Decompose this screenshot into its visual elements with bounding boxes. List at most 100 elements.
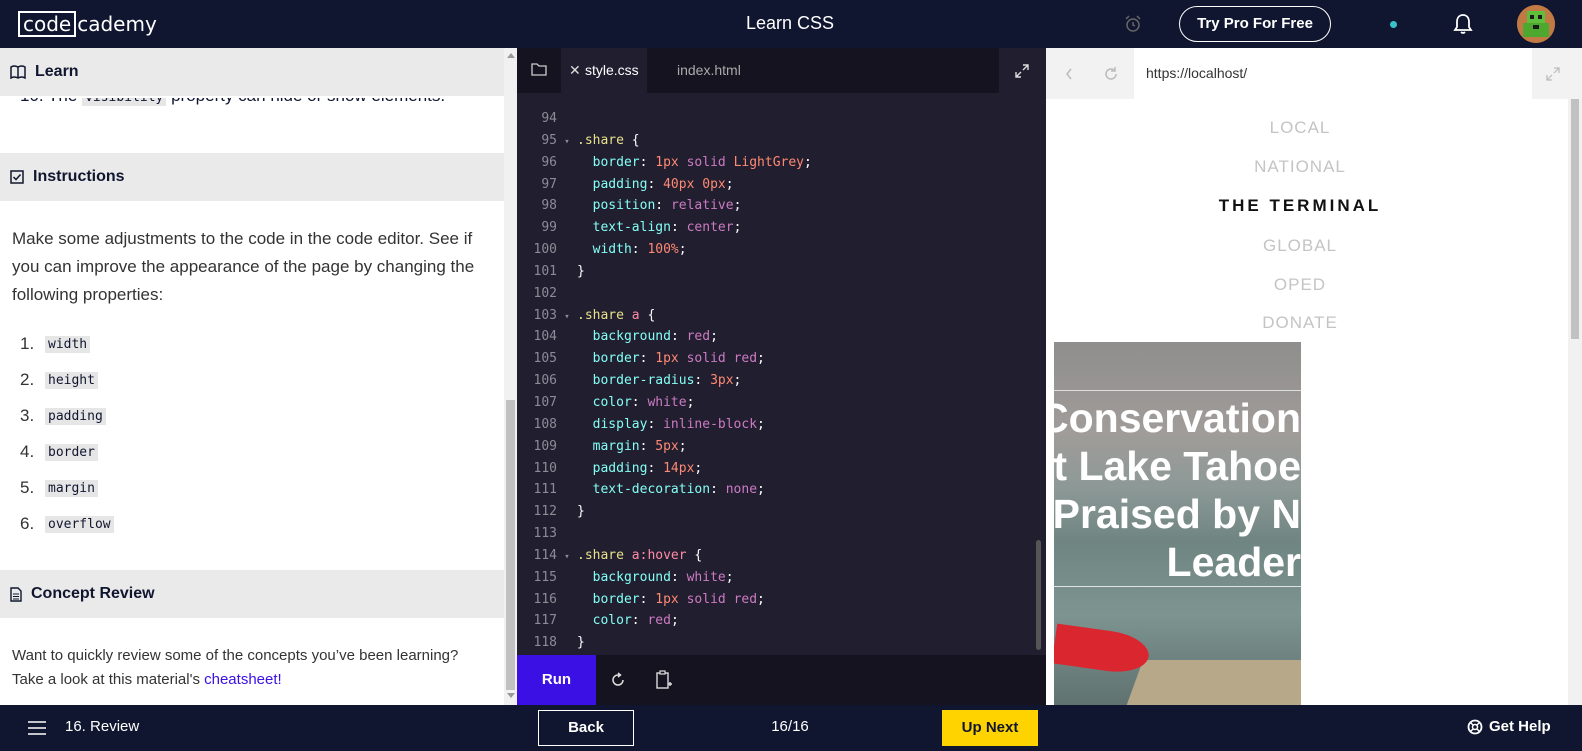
close-icon[interactable]: ✕ xyxy=(569,48,581,93)
code-token: background xyxy=(592,329,671,345)
line-number: 117 xyxy=(533,613,557,629)
copy-icon[interactable] xyxy=(655,670,673,690)
line-number: 101 xyxy=(533,263,557,279)
back-button[interactable]: Back xyxy=(538,710,634,746)
try-pro-button[interactable]: Try Pro For Free xyxy=(1179,6,1331,42)
code-token: } xyxy=(577,504,585,520)
property-code: height xyxy=(45,371,98,389)
code-line: 95 ▾ .share { xyxy=(517,130,1032,152)
editor-scrollbar[interactable] xyxy=(1036,540,1041,650)
bottom-bar: 16. Review Back 16/16 Up Next Get Help xyxy=(0,705,1582,751)
avatar[interactable] xyxy=(1517,5,1555,43)
up-next-button[interactable]: Up Next xyxy=(942,710,1038,746)
code-line: 115 background: white; xyxy=(517,567,1032,589)
folder-icon[interactable] xyxy=(531,62,547,76)
line-number: 102 xyxy=(533,285,557,301)
hero-line: Praised by N xyxy=(1054,491,1301,537)
dock-shape xyxy=(1124,660,1301,705)
learn-header[interactable]: Learn xyxy=(0,48,504,96)
fold-arrow[interactable]: ▾ xyxy=(557,132,577,154)
hero-image: Conservation at Lake Tahoe Praised by N … xyxy=(1054,342,1301,705)
nav-link-the-terminal[interactable]: THE TERMINAL xyxy=(1046,196,1554,216)
nav-link-global[interactable]: GLOBAL xyxy=(1046,236,1554,256)
document-icon xyxy=(10,586,22,602)
code-content[interactable]: 94 95 ▾ .share {96 border: 1px solid LightG… xyxy=(517,108,1032,654)
scrollbar-thumb[interactable] xyxy=(506,400,515,690)
nav-link-national[interactable]: NATIONAL xyxy=(1046,157,1554,177)
preview-scrollbar[interactable] xyxy=(1568,99,1582,705)
help-label: Get Help xyxy=(1489,718,1551,735)
property-code: padding xyxy=(45,407,106,425)
list-item: 1. width xyxy=(20,326,114,362)
code-line: 117 color: red; xyxy=(517,610,1032,632)
code-token: 1px xyxy=(655,591,679,607)
line-number: 112 xyxy=(533,504,557,520)
reload-icon[interactable] xyxy=(1103,66,1119,82)
code-token: solid xyxy=(686,591,726,607)
bell-icon[interactable] xyxy=(1453,13,1473,35)
line-number: 94 xyxy=(541,111,557,126)
nav-link-local[interactable]: LOCAL xyxy=(1046,118,1554,138)
code-token: ; xyxy=(757,482,765,498)
alarm-icon[interactable] xyxy=(1124,15,1142,33)
lesson-title[interactable]: 16. Review xyxy=(65,718,139,735)
codecademy-logo[interactable]: code cademy xyxy=(18,10,157,38)
concept-review-header[interactable]: Concept Review xyxy=(0,570,504,618)
nav-link-oped[interactable]: OPED xyxy=(1046,275,1554,295)
line-number: 95 xyxy=(541,132,557,148)
tab-index-html[interactable]: index.html xyxy=(677,48,741,93)
back-arrow-icon[interactable] xyxy=(1064,67,1074,81)
nav-link-donate[interactable]: DONATE xyxy=(1046,313,1554,333)
code-line: 98 position: relative; xyxy=(517,195,1032,217)
tab-style-css[interactable]: ✕ style.css xyxy=(561,48,647,93)
code-token: white xyxy=(686,569,726,585)
cheatsheet-link[interactable]: cheatsheet! xyxy=(204,671,282,688)
fold-arrow[interactable]: ▾ xyxy=(557,307,577,329)
expand-icon[interactable] xyxy=(1546,67,1560,81)
code-token: } xyxy=(577,635,585,651)
scrollbar-thumb[interactable] xyxy=(1571,99,1579,339)
get-help-button[interactable]: Get Help xyxy=(1467,718,1551,735)
instructions-header[interactable]: Instructions xyxy=(0,153,504,201)
code-line: 106 border-radius: 3px; xyxy=(517,370,1032,392)
code-token: display xyxy=(592,416,648,432)
scroll-down-arrow[interactable] xyxy=(507,693,515,698)
list-number: 5. xyxy=(20,478,35,497)
code-token: .share xyxy=(577,307,632,323)
code-line: 104 background: red; xyxy=(517,326,1032,348)
line-number: 109 xyxy=(533,438,557,454)
run-button[interactable]: Run xyxy=(517,655,596,705)
list-number: 1. xyxy=(20,334,35,353)
expand-editor-button[interactable] xyxy=(999,48,1046,93)
hero-border-bottom xyxy=(1054,586,1301,587)
learn-label: Learn xyxy=(35,63,79,80)
menu-icon[interactable] xyxy=(27,721,47,735)
book-icon xyxy=(10,65,26,79)
refresh-icon[interactable] xyxy=(610,672,626,688)
list-item: 6. overflow xyxy=(20,506,114,542)
code-line: 113 xyxy=(517,523,1032,545)
code-token: : xyxy=(639,351,656,367)
lesson-scrollbar[interactable] xyxy=(504,48,517,705)
code-token: solid xyxy=(686,351,726,367)
line-number: 116 xyxy=(533,591,557,607)
line-number: 107 xyxy=(533,394,557,410)
code-token: } xyxy=(577,263,585,279)
code-token: .share xyxy=(577,132,632,148)
fold-arrow[interactable]: ▾ xyxy=(557,547,577,569)
code-line: 112} xyxy=(517,501,1032,523)
code-token: : xyxy=(647,460,664,476)
code-token: LightGrey xyxy=(733,154,805,170)
line-number: 98 xyxy=(541,198,557,214)
code-token: : xyxy=(631,242,648,258)
url-input[interactable]: https://localhost/ xyxy=(1134,48,1532,99)
scroll-up-arrow[interactable] xyxy=(507,53,515,58)
code-token: : xyxy=(647,176,664,192)
code-line: 108 display: inline-block; xyxy=(517,414,1032,436)
